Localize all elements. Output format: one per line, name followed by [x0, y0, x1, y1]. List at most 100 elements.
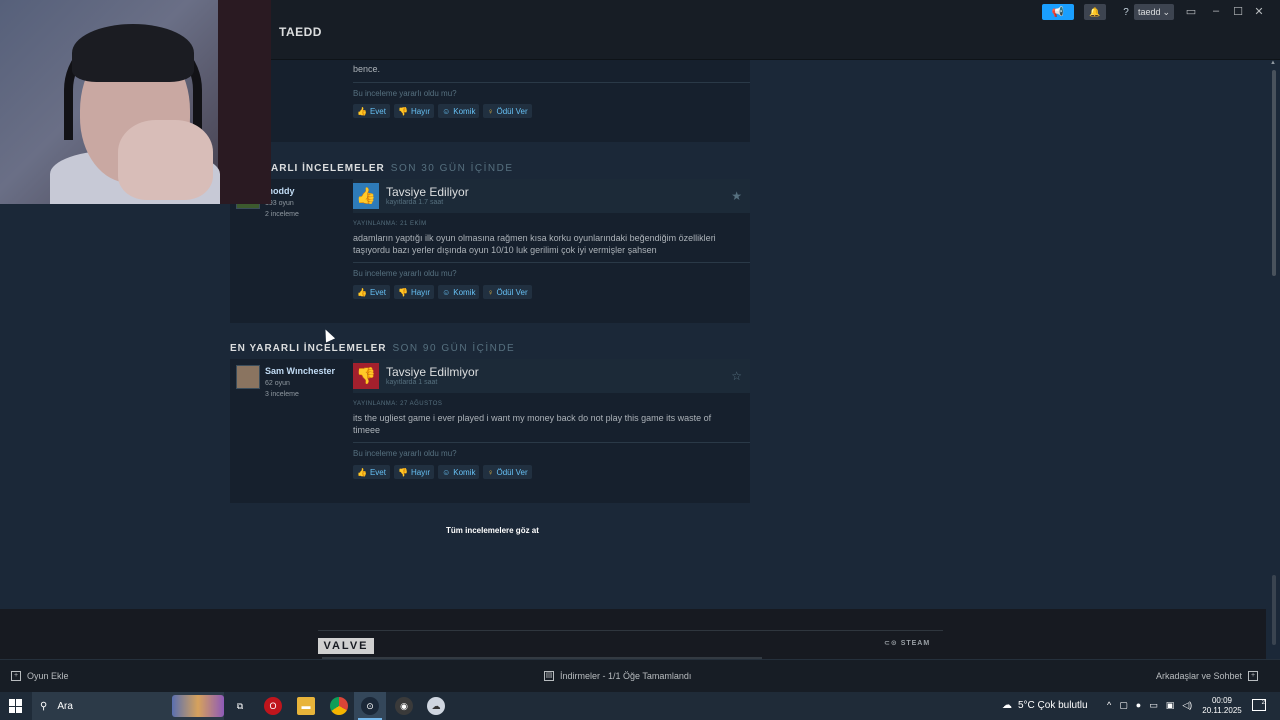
- device-icon[interactable]: ▢: [1119, 700, 1128, 711]
- app-icon[interactable]: ☁: [427, 697, 445, 715]
- volume-icon[interactable]: ◁): [1182, 700, 1192, 711]
- add-game-label: Oyun Ekle: [27, 671, 69, 681]
- yes-button[interactable]: 👍 Evet: [353, 465, 390, 479]
- thumbs-up-icon: 👍: [353, 183, 379, 209]
- system-tray: ^ ▢ ● ▭ ▣ ◁): [1107, 700, 1192, 711]
- no-label: Hayır: [410, 287, 431, 297]
- author-reviews[interactable]: 2 inceleme: [265, 211, 299, 218]
- microphone-icon[interactable]: ●: [1136, 700, 1141, 711]
- close-button[interactable]: ✕: [1248, 2, 1270, 20]
- section-subheading: SON 90 GÜN İÇİNDE: [392, 343, 516, 354]
- yes-button[interactable]: 👍 Evet: [353, 104, 390, 118]
- friends-icon: +: [1248, 671, 1258, 681]
- star-icon[interactable]: ★: [731, 189, 742, 203]
- no-label: Hayır: [410, 467, 431, 477]
- yes-button[interactable]: 👍 Evet: [353, 285, 390, 299]
- vote-header[interactable]: 👎 Tavsiye Edilmiyor kayıtlarda 1 saat ☆: [353, 359, 750, 393]
- webcam-overlay: [0, 0, 271, 204]
- smiley-icon: ☺: [442, 106, 451, 116]
- award-label: Ödül Ver: [496, 467, 528, 477]
- award-icon: ♀: [487, 467, 494, 477]
- award-icon: ♀: [487, 106, 494, 116]
- weather-widget[interactable]: ☁ 5°C Çok bulutlu: [1002, 700, 1088, 711]
- author-games[interactable]: 62 oyun: [265, 380, 290, 387]
- search-icon: ⚲: [40, 700, 48, 712]
- steam-logo-icon: ⊂⊙: [884, 640, 898, 647]
- mouse-cursor-icon: [320, 327, 336, 343]
- review-text: adamların yaptığı ilk oyun olmasına rağm…: [353, 233, 716, 255]
- yes-label: Evet: [369, 467, 386, 477]
- divider: [353, 262, 750, 263]
- monitor-icon: ▭: [1185, 5, 1197, 18]
- review-actions: 👍 Evet 👎 Hayır ☺ Komik ♀ Ödül Ver: [353, 465, 532, 479]
- author-reviews[interactable]: 3 inceleme: [265, 391, 299, 398]
- thumbs-down-icon: 👎: [397, 287, 408, 297]
- yes-label: Evet: [369, 287, 386, 297]
- clock-date: 20.11.2025: [1202, 706, 1242, 715]
- section-heading: ARLI İNCELEMELER: [271, 163, 385, 174]
- windows-start-icon[interactable]: [9, 699, 23, 713]
- downloads-button[interactable]: ▤ İndirmeler - 1/1 Öğe Tamamlandı: [544, 671, 691, 681]
- notification-center-icon[interactable]: 2: [1252, 699, 1266, 711]
- no-button[interactable]: 👎 Hayır: [393, 465, 435, 479]
- taskbar-clock[interactable]: 00:09 20.11.2025: [1200, 696, 1244, 716]
- friends-chat-button[interactable]: Arkadaşlar ve Sohbet +: [1156, 671, 1258, 681]
- smiley-icon: ☺: [442, 467, 451, 477]
- downloads-label: İndirmeler - 1/1 Öğe Tamamlandı: [560, 671, 692, 681]
- funny-button[interactable]: ☺ Komik: [438, 285, 480, 299]
- add-game-button[interactable]: + Oyun Ekle: [11, 671, 69, 681]
- page-title: TAEDD: [279, 25, 322, 39]
- network-icon[interactable]: ▭: [1149, 700, 1158, 711]
- webcam-hand: [118, 120, 213, 200]
- scroll-up-icon[interactable]: ▲: [1270, 60, 1276, 66]
- announcements-button[interactable]: 📢: [1042, 4, 1074, 20]
- obs-icon[interactable]: ◉: [395, 697, 413, 715]
- star-outline-icon[interactable]: ☆: [731, 369, 742, 383]
- see-all-reviews-link[interactable]: Tüm incelemelere göz at: [446, 526, 539, 535]
- file-explorer-icon[interactable]: ▬: [297, 697, 315, 715]
- user-menu-button[interactable]: taedd ⌄: [1134, 4, 1174, 20]
- funny-button[interactable]: ☺ Komik: [438, 104, 480, 118]
- maximize-button[interactable]: ☐: [1227, 2, 1249, 20]
- review-text: bence.: [353, 64, 381, 74]
- section-subheading: SON 30 GÜN İÇİNDE: [390, 163, 514, 174]
- scroll-thumb[interactable]: [1272, 70, 1276, 276]
- search-placeholder: Ara: [57, 700, 73, 712]
- help-button[interactable]: ?: [1120, 4, 1132, 20]
- task-view-icon[interactable]: ⧉: [231, 697, 249, 715]
- notifications-button[interactable]: 🔔: [1084, 4, 1106, 20]
- download-icon: ▤: [544, 671, 554, 681]
- display-icon[interactable]: ▣: [1166, 700, 1175, 711]
- funny-button[interactable]: ☺ Komik: [438, 465, 480, 479]
- award-label: Ödül Ver: [496, 106, 528, 116]
- chevron-up-icon[interactable]: ^: [1107, 700, 1111, 711]
- plus-icon: +: [11, 671, 21, 681]
- minimize-button[interactable]: –: [1205, 2, 1227, 20]
- hours-on-record: kayıtlarda 1.7 saat: [386, 199, 444, 206]
- steam-icon[interactable]: ⊙: [361, 697, 379, 715]
- search-highlight-image[interactable]: [172, 695, 224, 717]
- chrome-icon[interactable]: [330, 697, 348, 715]
- award-button[interactable]: ♀ Ödül Ver: [483, 104, 532, 118]
- posted-date: YAYINLANMA: 21 EKİM: [353, 221, 427, 227]
- scrollbar[interactable]: ▲: [1266, 60, 1280, 692]
- valve-logo[interactable]: VALVE: [318, 638, 374, 654]
- steam-logo[interactable]: ⊂⊙ STEAM: [884, 639, 930, 647]
- author-name[interactable]: Sam Wınchester: [265, 366, 335, 376]
- thumbs-up-icon: 👍: [357, 287, 367, 297]
- big-picture-button[interactable]: ▭: [1180, 2, 1202, 20]
- no-button[interactable]: 👎 Hayır: [393, 104, 435, 118]
- thumbs-up-icon: 👍: [357, 106, 367, 116]
- opera-icon[interactable]: O: [264, 697, 282, 715]
- award-button[interactable]: ♀ Ödül Ver: [483, 465, 532, 479]
- thumbs-down-icon: 👎: [353, 363, 379, 389]
- no-button[interactable]: 👎 Hayır: [393, 285, 435, 299]
- vote-header[interactable]: 👍 Tavsiye Ediliyor kayıtlarda 1.7 saat ★: [353, 179, 750, 213]
- verdict-title: Tavsiye Ediliyor: [386, 185, 469, 199]
- section-title-recent: ARLI İNCELEMELER SON 30 GÜN İÇİNDE: [271, 163, 514, 174]
- avatar[interactable]: [236, 365, 260, 389]
- award-button[interactable]: ♀ Ödül Ver: [483, 285, 532, 299]
- scroll-thumb-secondary[interactable]: [1272, 575, 1276, 645]
- no-label: Hayır: [410, 106, 431, 116]
- maximize-icon: ☐: [1233, 5, 1243, 18]
